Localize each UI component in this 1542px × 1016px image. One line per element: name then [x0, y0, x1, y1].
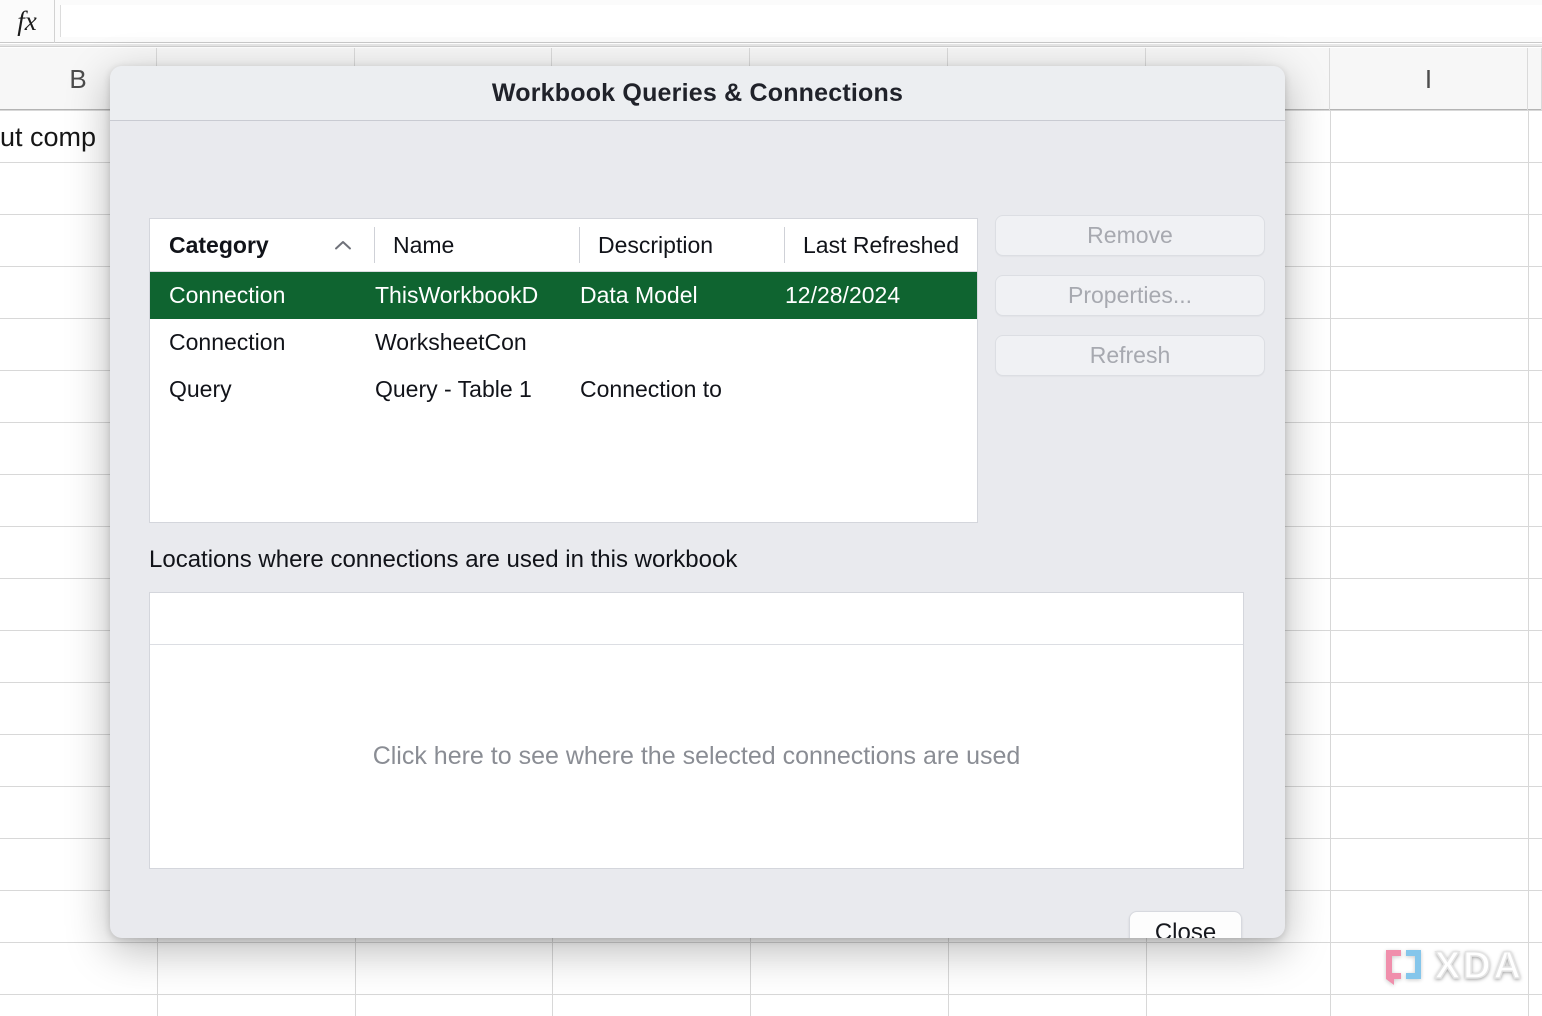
column-header-description[interactable]: Description [579, 219, 784, 271]
refresh-button[interactable]: Refresh [995, 335, 1265, 376]
table-row[interactable]: Connection WorksheetCon [150, 319, 977, 366]
cell-description: Connection to [561, 376, 766, 403]
column-header-name-label: Name [393, 232, 454, 259]
cell-description: Data Model [561, 282, 766, 309]
column-header-i[interactable]: I [1330, 48, 1528, 110]
xda-watermark: XDA [1382, 945, 1524, 988]
cell-category: Connection [150, 329, 356, 356]
formula-bar: fx [0, 0, 1542, 43]
xda-bracket-icon [1382, 947, 1428, 987]
insert-function-icon[interactable]: fx [0, 0, 55, 43]
connections-table[interactable]: Category Name Description Last Refreshed [149, 218, 978, 523]
locations-label: Locations where connections are used in … [149, 546, 737, 574]
grid-column-line [1528, 110, 1529, 1016]
grid-row-line [0, 994, 1542, 995]
chevron-up-icon [334, 240, 352, 251]
column-header-description-label: Description [598, 232, 713, 259]
cell-last-refreshed: 12/28/2024 [766, 282, 959, 309]
column-header-category[interactable]: Category [150, 219, 374, 271]
grid-column-line [1330, 110, 1331, 1016]
column-header-blank-8[interactable] [1528, 48, 1542, 110]
dialog-titlebar: Workbook Queries & Connections [110, 66, 1285, 121]
column-header-last-refreshed-label: Last Refreshed [803, 232, 959, 259]
dialog-body: Category Name Description Last Refreshed [110, 121, 1285, 938]
column-header-name[interactable]: Name [374, 219, 579, 271]
cell-name: Query - Table 1 [356, 376, 561, 403]
cell-name: WorksheetCon [356, 329, 561, 356]
remove-button[interactable]: Remove [995, 215, 1265, 256]
locations-panel-header [150, 593, 1243, 645]
grid-row-line [0, 942, 1542, 943]
locations-panel-body[interactable]: Click here to see where the selected con… [150, 645, 1243, 868]
table-row[interactable]: Query Query - Table 1 Connection to [150, 366, 977, 413]
formula-bar-divider [0, 44, 1542, 47]
properties-button[interactable]: Properties... [995, 275, 1265, 316]
cell-category: Connection [150, 282, 356, 309]
column-header-category-label: Category [169, 232, 269, 259]
locations-panel[interactable]: Click here to see where the selected con… [149, 592, 1244, 869]
excel-window: fx BI ut comp XDA Workbook Queries & Con… [0, 0, 1542, 1016]
cell-category: Query [150, 376, 356, 403]
dialog-side-buttons: Remove Properties... Refresh [995, 215, 1265, 376]
connections-table-header: Category Name Description Last Refreshed [150, 219, 977, 272]
xda-wordmark: XDA [1435, 945, 1524, 988]
table-row[interactable]: Connection ThisWorkbookD Data Model 12/2… [150, 272, 977, 319]
locations-hint-text: Click here to see where the selected con… [373, 742, 1021, 771]
column-header-last-refreshed[interactable]: Last Refreshed [784, 219, 977, 271]
formula-input[interactable] [60, 5, 1542, 37]
workbook-queries-dialog: Workbook Queries & Connections Category … [110, 66, 1285, 938]
cell-name: ThisWorkbookD [356, 282, 561, 309]
dialog-title: Workbook Queries & Connections [492, 79, 903, 108]
close-button[interactable]: Close [1129, 911, 1242, 938]
connections-table-rows: Connection ThisWorkbookD Data Model 12/2… [150, 272, 977, 413]
